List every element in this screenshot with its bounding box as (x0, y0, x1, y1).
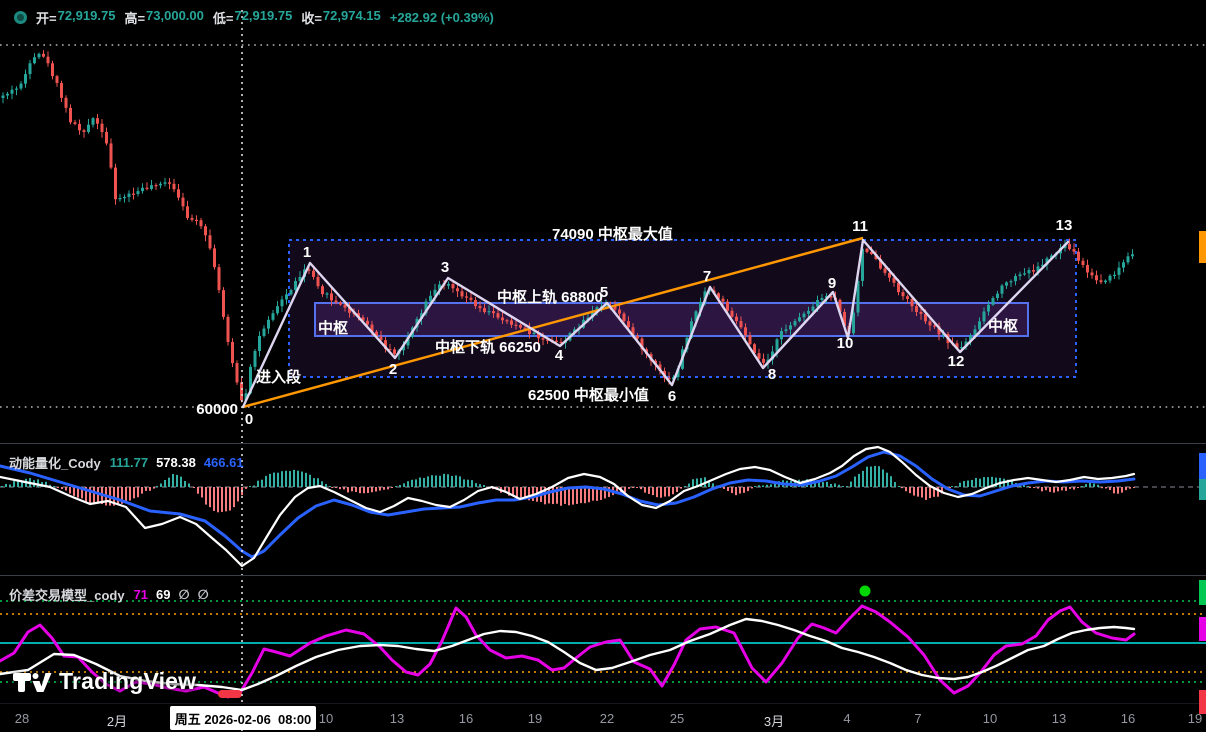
momentum-panel[interactable] (0, 447, 1206, 566)
time-axis-label: 16 (459, 711, 473, 726)
time-axis-label: 16 (1121, 711, 1135, 726)
chart-label: 6 (668, 388, 676, 405)
time-axis-label: 3月 (764, 711, 784, 730)
chart-label: 62500 中枢最小值 (528, 386, 649, 404)
chart-label: 11 (852, 218, 868, 235)
chart-label: 中枢下轨 66250 (435, 338, 541, 356)
time-axis-label: 22 (600, 711, 614, 726)
chart-label: 1 (303, 244, 311, 261)
chart-label: 60000 (196, 401, 238, 418)
chart-label: 9 (828, 275, 836, 292)
tradingview-chart-app: { "colors": { "background": "#000000", "… (0, 0, 1206, 732)
chart-label: 7 (703, 268, 711, 285)
chart-label: 进入段 (256, 368, 301, 386)
chart-label: 12 (948, 353, 965, 370)
chart-label: 10 (837, 335, 854, 352)
chart-label: 中枢 (318, 319, 348, 337)
time-axis-label: 25 (670, 711, 684, 726)
time-axis-label: 19 (528, 711, 542, 726)
time-axis-label: 10 (983, 711, 997, 726)
time-axis[interactable]: 28 2月 10 13 16 19 22 25 3月 4 7 10 13 16 19 (0, 703, 1206, 732)
tradingview-logo[interactable]: TradingView (12, 668, 196, 695)
time-axis-label: 13 (390, 711, 404, 726)
chart-label: 8 (768, 366, 776, 383)
time-axis-label: 7 (914, 711, 921, 726)
chart-label: 3 (441, 259, 449, 276)
time-axis-label: 19 (1188, 711, 1202, 726)
chart-label: 中枢 (988, 317, 1018, 335)
chart-label: 0 (245, 411, 253, 428)
time-axis-label: 4 (843, 711, 850, 726)
time-axis-label: 10 (319, 711, 333, 726)
time-axis-label: 2月 (107, 711, 127, 730)
chart-label: 4 (555, 347, 564, 364)
tradingview-logo-icon (12, 669, 52, 695)
chart-label: 中枢上轨 68800 (497, 288, 603, 306)
time-axis-label: 28 (15, 711, 29, 726)
chart-label: 2 (389, 361, 397, 378)
time-axis-label: 13 (1052, 711, 1066, 726)
green-signal-dot (860, 586, 871, 597)
chart-label: 13 (1056, 217, 1073, 234)
red-signal-capsule (218, 690, 242, 698)
chart-canvas[interactable]: 01234567891011121374090 中枢最大值中枢上轨 68800中… (0, 0, 1206, 732)
tradingview-logo-text: TradingView (59, 668, 196, 695)
chart-label: 74090 中枢最大值 (552, 225, 673, 243)
